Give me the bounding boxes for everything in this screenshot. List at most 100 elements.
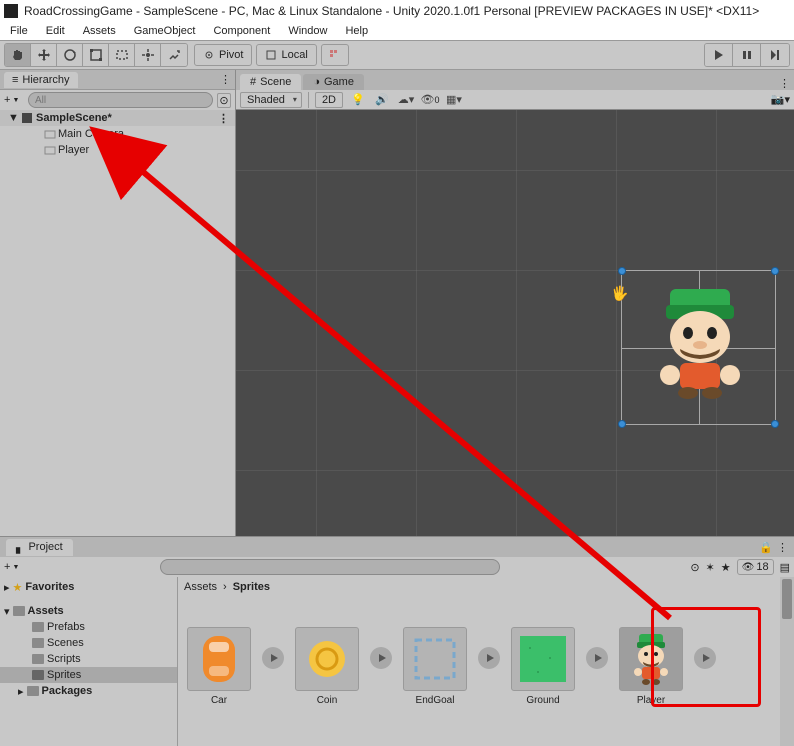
filter-type-icon[interactable]: ⊙: [690, 561, 699, 574]
hierarchy-panel: ≡ Hierarchy ⋮ +▼ ⊙ ▼ SampleScene* ⋮ Main…: [0, 70, 236, 536]
asset-item-endgoal[interactable]: EndGoal: [400, 627, 470, 706]
grid-snap-icon: [328, 48, 342, 62]
filter-label-icon[interactable]: ✶: [706, 561, 715, 574]
gameobject-icon: [44, 128, 56, 140]
hidden-count[interactable]: 👁18: [737, 559, 774, 575]
asset-item-coin[interactable]: Coin: [292, 627, 362, 706]
hierarchy-item-label: Player: [58, 144, 89, 156]
play-button[interactable]: [705, 44, 733, 66]
asset-play-icon[interactable]: [262, 647, 284, 669]
titlebar: RoadCrossingGame - SampleScene - PC, Mac…: [0, 0, 794, 22]
scene-viewport[interactable]: 🖐: [236, 110, 794, 536]
hierarchy-search[interactable]: [28, 92, 213, 108]
breadcrumb[interactable]: Assets › Sprites: [178, 577, 794, 597]
hierarchy-tree[interactable]: ▼ SampleScene* ⋮ Main Camera Player: [0, 110, 235, 536]
visibility-icon[interactable]: 👁0: [421, 92, 439, 108]
project-search[interactable]: [160, 559, 500, 575]
folder-icon: ▖: [16, 541, 24, 554]
local-icon: [265, 49, 277, 61]
menu-file[interactable]: File: [2, 23, 36, 39]
2d-toggle[interactable]: 2D: [315, 92, 343, 108]
hierarchy-scene-row[interactable]: ▼ SampleScene* ⋮: [0, 110, 235, 126]
tree-folder-selected[interactable]: Sprites: [0, 667, 177, 683]
toolbar: Pivot Local: [0, 40, 794, 70]
project-create-button[interactable]: +▼: [4, 561, 24, 573]
asset-play-icon[interactable]: [586, 647, 608, 669]
project-tree[interactable]: ▸★Favorites ▾Assets Prefabs Scenes Scrip…: [0, 577, 178, 746]
panel-menu-icon[interactable]: ⋮: [220, 73, 231, 86]
menu-window[interactable]: Window: [280, 23, 335, 39]
tree-packages[interactable]: ▸Packages: [0, 683, 177, 699]
scene-icon: #: [250, 76, 256, 88]
menu-help[interactable]: Help: [337, 23, 376, 39]
expand-icon[interactable]: ▼: [8, 112, 18, 124]
asset-play-icon[interactable]: [478, 647, 500, 669]
local-toggle[interactable]: Local: [256, 44, 316, 66]
scene-panel-menu-icon[interactable]: ⋮: [779, 77, 790, 90]
rect-tool[interactable]: [109, 44, 135, 66]
hierarchy-icon: ≡: [12, 74, 18, 86]
tree-folder[interactable]: Scripts: [0, 651, 177, 667]
lighting-icon[interactable]: 💡: [349, 92, 367, 108]
snap-toggle[interactable]: [321, 44, 349, 66]
project-tab-label: Project: [28, 541, 62, 553]
scene-name: SampleScene*: [36, 112, 112, 124]
game-icon: ◑: [313, 76, 320, 88]
tree-folder[interactable]: Scenes: [0, 635, 177, 651]
play-controls: [704, 43, 790, 67]
rotate-tool[interactable]: [57, 44, 83, 66]
transform-tool[interactable]: [135, 44, 161, 66]
panel-menu-icon[interactable]: ⋮: [777, 541, 788, 554]
tree-folder[interactable]: Prefabs: [0, 619, 177, 635]
menu-gameobject[interactable]: GameObject: [126, 23, 204, 39]
game-tab[interactable]: ◑ Game: [303, 74, 364, 90]
gameobject-icon: [44, 144, 56, 156]
hierarchy-item-label: Main Camera: [58, 128, 124, 140]
hierarchy-tab[interactable]: ≡ Hierarchy: [4, 72, 78, 88]
step-button[interactable]: [761, 44, 789, 66]
slider-icon[interactable]: ▤: [780, 561, 790, 574]
transform-tools: [4, 43, 188, 67]
move-tool[interactable]: [31, 44, 57, 66]
scene-menu-icon[interactable]: ⋮: [218, 112, 229, 125]
hierarchy-filter-icon[interactable]: ⊙: [217, 93, 231, 108]
tree-assets[interactable]: ▾Assets: [0, 603, 177, 619]
shading-dropdown[interactable]: Shaded: [240, 92, 302, 108]
game-tab-label: Game: [324, 76, 354, 88]
grid-icon[interactable]: ▦▾: [445, 92, 463, 108]
hand-tool[interactable]: [5, 44, 31, 66]
annotation-highlight-box: [651, 607, 761, 707]
unity-logo-icon: [4, 4, 18, 18]
pivot-toggle[interactable]: Pivot: [194, 44, 252, 66]
scene-tab[interactable]: # Scene: [240, 74, 301, 90]
scrollbar[interactable]: [780, 577, 794, 746]
audio-icon[interactable]: 🔊: [373, 92, 391, 108]
custom-tool[interactable]: [161, 44, 187, 66]
pivot-label: Pivot: [219, 49, 243, 61]
selection-rect[interactable]: [621, 270, 776, 425]
menubar: File Edit Assets GameObject Component Wi…: [0, 22, 794, 40]
hierarchy-item-camera[interactable]: Main Camera: [0, 126, 235, 142]
menu-component[interactable]: Component: [205, 23, 278, 39]
scene-camera-icon[interactable]: 📷▾: [771, 93, 790, 106]
player-sprite: [650, 281, 750, 401]
unity-scene-icon: [20, 111, 34, 125]
scale-tool[interactable]: [83, 44, 109, 66]
pause-button[interactable]: [733, 44, 761, 66]
lock-icon[interactable]: 🔒: [759, 541, 773, 554]
menu-edit[interactable]: Edit: [38, 23, 73, 39]
hierarchy-item-player[interactable]: Player: [0, 142, 235, 158]
asset-item-ground[interactable]: Ground: [508, 627, 578, 706]
hand-cursor-icon: 🖐: [611, 285, 628, 302]
menu-assets[interactable]: Assets: [75, 23, 124, 39]
asset-play-icon[interactable]: [370, 647, 392, 669]
window-title: RoadCrossingGame - SampleScene - PC, Mac…: [24, 4, 759, 18]
project-tab[interactable]: ▖ Project: [6, 539, 73, 556]
tree-favorites[interactable]: ▸★Favorites: [0, 579, 177, 595]
scene-panel: # Scene ◑ Game ⋮ Shaded 2D 💡 🔊 ☁▾ 👁0 ▦▾ …: [236, 70, 794, 536]
fx-icon[interactable]: ☁▾: [397, 92, 415, 108]
asset-item-car[interactable]: Car: [184, 627, 254, 706]
favorite-icon[interactable]: ★: [721, 561, 731, 574]
create-button[interactable]: +▼: [4, 94, 24, 106]
hierarchy-tab-label: Hierarchy: [22, 74, 69, 86]
